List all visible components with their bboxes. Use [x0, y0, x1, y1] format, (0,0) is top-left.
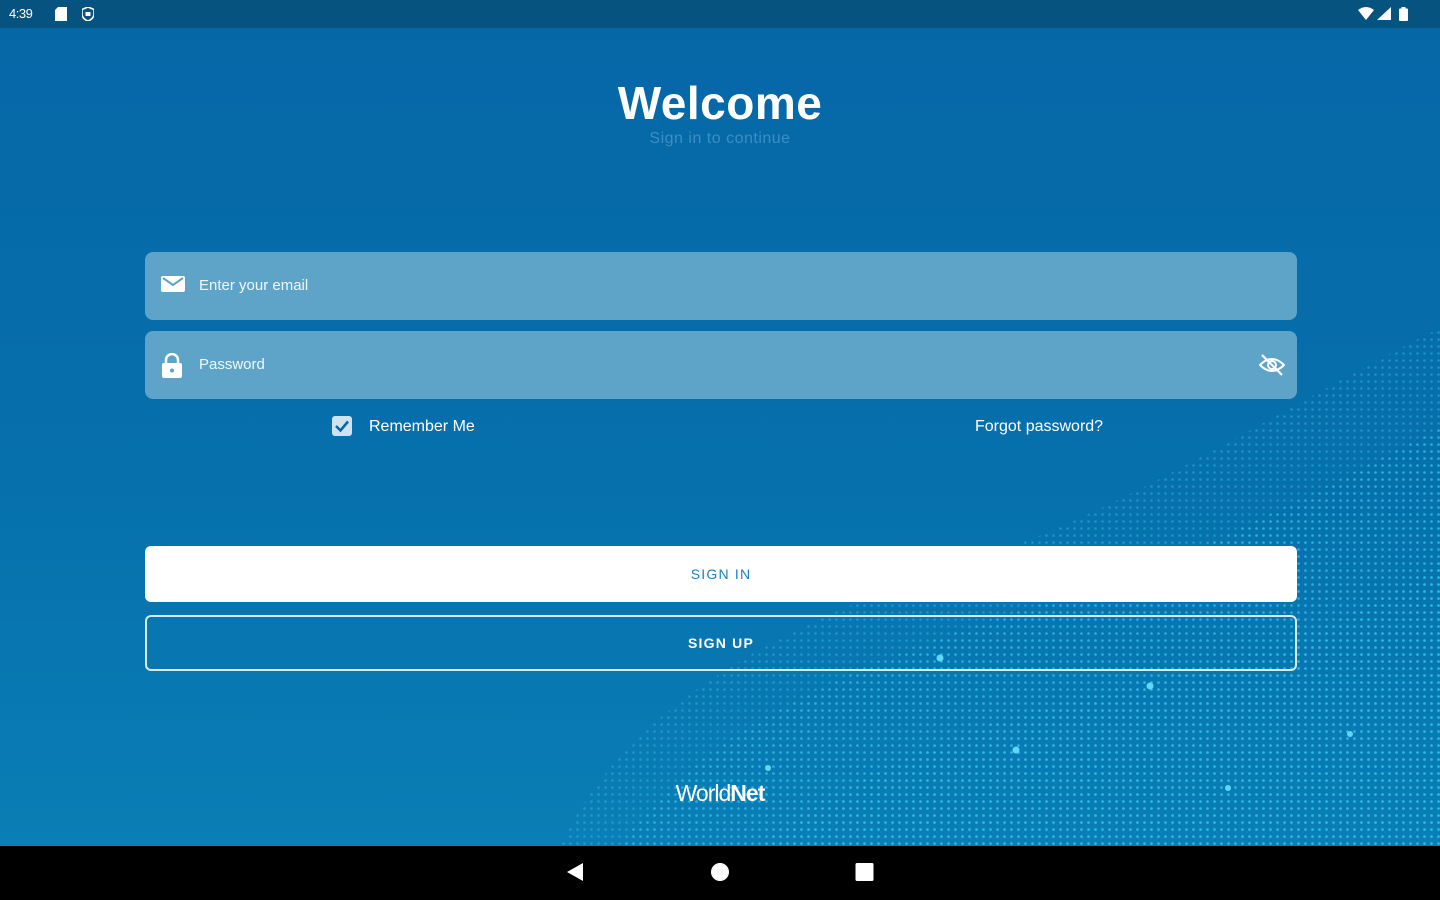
logo-text-net: Net: [730, 780, 765, 806]
sign-in-button[interactable]: SIGN IN: [145, 546, 1297, 602]
wave-dot-pattern: [560, 328, 1440, 846]
status-bar: 4:39: [0, 0, 1440, 28]
logo-text-world: World: [675, 780, 732, 806]
signal-icon: [1377, 7, 1391, 23]
recents-icon[interactable]: [855, 862, 874, 887]
mail-icon: [161, 274, 185, 299]
eye-off-icon[interactable]: [1258, 353, 1286, 382]
worldnet-logo: WorldNet: [0, 780, 1440, 807]
email-placeholder: Enter your email: [199, 277, 309, 294]
shield-icon: [81, 6, 95, 24]
password-placeholder: Password: [199, 356, 265, 373]
page-title: Welcome: [617, 77, 823, 129]
status-time: 4:39: [9, 6, 33, 21]
sign-up-button[interactable]: SIGN UP: [145, 615, 1297, 671]
email-field[interactable]: Enter your email: [145, 252, 1297, 320]
navigation-bar: [0, 846, 1440, 900]
page-subtitle: Sign in to continue: [649, 130, 791, 147]
home-icon[interactable]: [710, 862, 730, 887]
forgot-password-link[interactable]: Forgot password?: [975, 418, 1103, 436]
lock-icon: [161, 352, 183, 384]
sd-card-icon: [55, 7, 67, 24]
password-field[interactable]: Password: [145, 331, 1297, 399]
wifi-icon: [1358, 7, 1374, 23]
checkbox-checked-icon[interactable]: [332, 416, 352, 436]
back-icon[interactable]: [566, 862, 584, 887]
battery-icon: [1399, 7, 1408, 24]
remember-me-label: Remember Me: [369, 418, 475, 435]
login-screen: Welcome Sign in to continue Enter your e…: [0, 28, 1440, 846]
